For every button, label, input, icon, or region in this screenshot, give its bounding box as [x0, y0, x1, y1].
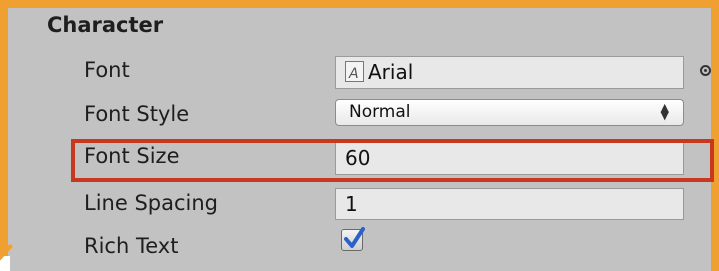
font-label: Font — [84, 58, 130, 82]
object-picker-icon[interactable] — [700, 65, 711, 76]
font-value: Arial — [368, 60, 414, 84]
rich-text-label: Rich Text — [84, 234, 179, 258]
font-style-dropdown[interactable]: Normal ▲ ▼ — [335, 99, 684, 126]
rich-text-checkbox[interactable] — [341, 227, 365, 251]
checkmark-icon — [344, 227, 365, 248]
font-asset-icon — [345, 59, 364, 90]
font-style-label: Font Style — [84, 102, 190, 126]
line-spacing-field[interactable]: 1 — [335, 188, 684, 220]
section-header-character[interactable]: Character — [47, 13, 163, 37]
up-down-arrows-icon: ▲ ▼ — [660, 101, 669, 122]
line-spacing-label: Line Spacing — [84, 191, 218, 215]
line-spacing-value: 1 — [345, 192, 358, 216]
highlight-box — [71, 139, 714, 182]
font-field[interactable]: Arial — [335, 56, 684, 90]
font-style-value: Normal — [349, 102, 411, 122]
